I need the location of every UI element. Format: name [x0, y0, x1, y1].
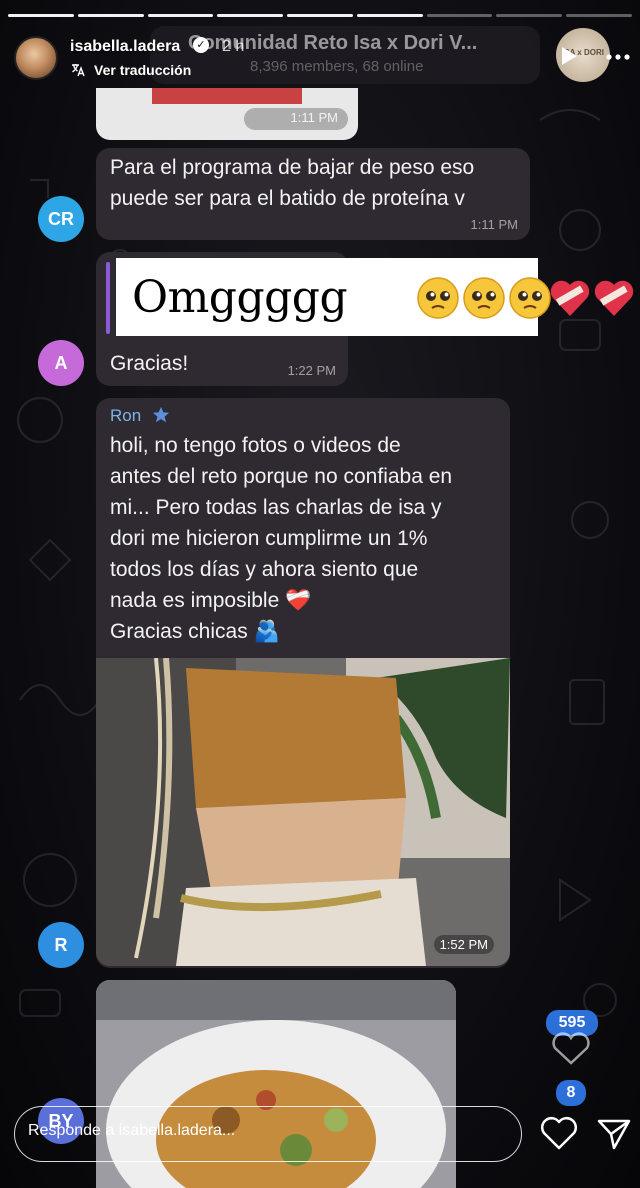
translate-icon [72, 64, 85, 77]
pleading-face-icon [417, 277, 459, 319]
photo-time: 1:52 PM [433, 935, 494, 954]
message-text-block: holi, no tengo fotos o videos de antes de… [110, 430, 452, 647]
story-progress-segment [217, 14, 284, 17]
story-progress-segment [147, 14, 214, 17]
story-author-username[interactable]: isabella.ladera [70, 38, 180, 56]
mending-heart-icon [594, 280, 634, 316]
story-author-avatar[interactable] [14, 36, 58, 80]
pleading-face-icon [509, 277, 551, 319]
story-progress-segment [8, 14, 74, 17]
story-text-sticker[interactable]: Omggggg [116, 258, 634, 336]
translate-button[interactable]: Ver traducción [94, 62, 191, 78]
reply-count-badge: 8 [556, 1080, 586, 1106]
message-text-line: mi... Pero todas las charlas de isa y [110, 496, 442, 519]
sender-name: Ron [110, 406, 142, 425]
heart-icon[interactable] [550, 1032, 592, 1066]
story-viewer[interactable]: Comunidad Reto Isa x Dori V... 8,396 mem… [0, 0, 640, 1188]
reply-quote-bar [106, 262, 110, 334]
message-text-line: Gracias chicas 🫂 [110, 620, 280, 643]
reply-input[interactable] [28, 1122, 488, 1140]
mending-heart-icon [550, 280, 590, 316]
avatar-a[interactable]: A [38, 340, 84, 386]
message-bubble-cr[interactable]: Para el programa de bajar de peso eso pu… [96, 148, 530, 240]
message-text-line: todos los días y ahora siento que [110, 558, 419, 581]
story-time: 2 h [222, 38, 245, 55]
heart-icon[interactable] [540, 1116, 578, 1152]
verified-badge-icon: ✓ [193, 37, 209, 53]
message-text-line-1: Para el programa de bajar de peso eso [110, 156, 475, 179]
message-text-line: nada es imposible ❤️‍🩹 [110, 589, 312, 612]
message-text: Gracias! [110, 352, 189, 375]
image-time: 1:11 PM [290, 110, 338, 125]
image-message-top[interactable]: 1:11 PM [96, 88, 358, 140]
message-text-line-2: puede ser para el batido de proteína v [110, 187, 465, 210]
photo-message[interactable]: 1:52 PM [96, 658, 510, 966]
send-icon[interactable] [596, 1116, 632, 1152]
play-icon[interactable] [560, 46, 578, 66]
avatar-cr[interactable]: CR [38, 196, 84, 242]
story-progress-segment [566, 14, 633, 17]
star-icon [152, 406, 170, 423]
story-progress-segment [287, 14, 353, 17]
message-time: 1:22 PM [287, 363, 336, 378]
avatar-r[interactable]: R [38, 922, 84, 968]
story-progress-segment [496, 14, 563, 17]
story-header: isabella.ladera ✓ 2 h Ver traducción [0, 28, 640, 88]
story-progress-segment [426, 14, 493, 17]
sticker-text: Omggggg [132, 272, 348, 323]
progress-photo [96, 658, 510, 966]
message-time: 1:11 PM [470, 217, 518, 232]
message-text-line: dori me hicieron cumplirme un 1% [110, 527, 428, 550]
pleading-face-icon [463, 277, 505, 319]
message-text-line: holi, no tengo fotos o videos de [110, 434, 401, 457]
story-progress-segment [77, 14, 144, 17]
message-text-line: antes del reto porque no confiaba en [110, 465, 453, 488]
more-icon[interactable] [606, 54, 630, 60]
story-progress-bar [8, 14, 633, 17]
image-red-stripe [152, 88, 302, 104]
story-progress-segment [356, 14, 423, 17]
